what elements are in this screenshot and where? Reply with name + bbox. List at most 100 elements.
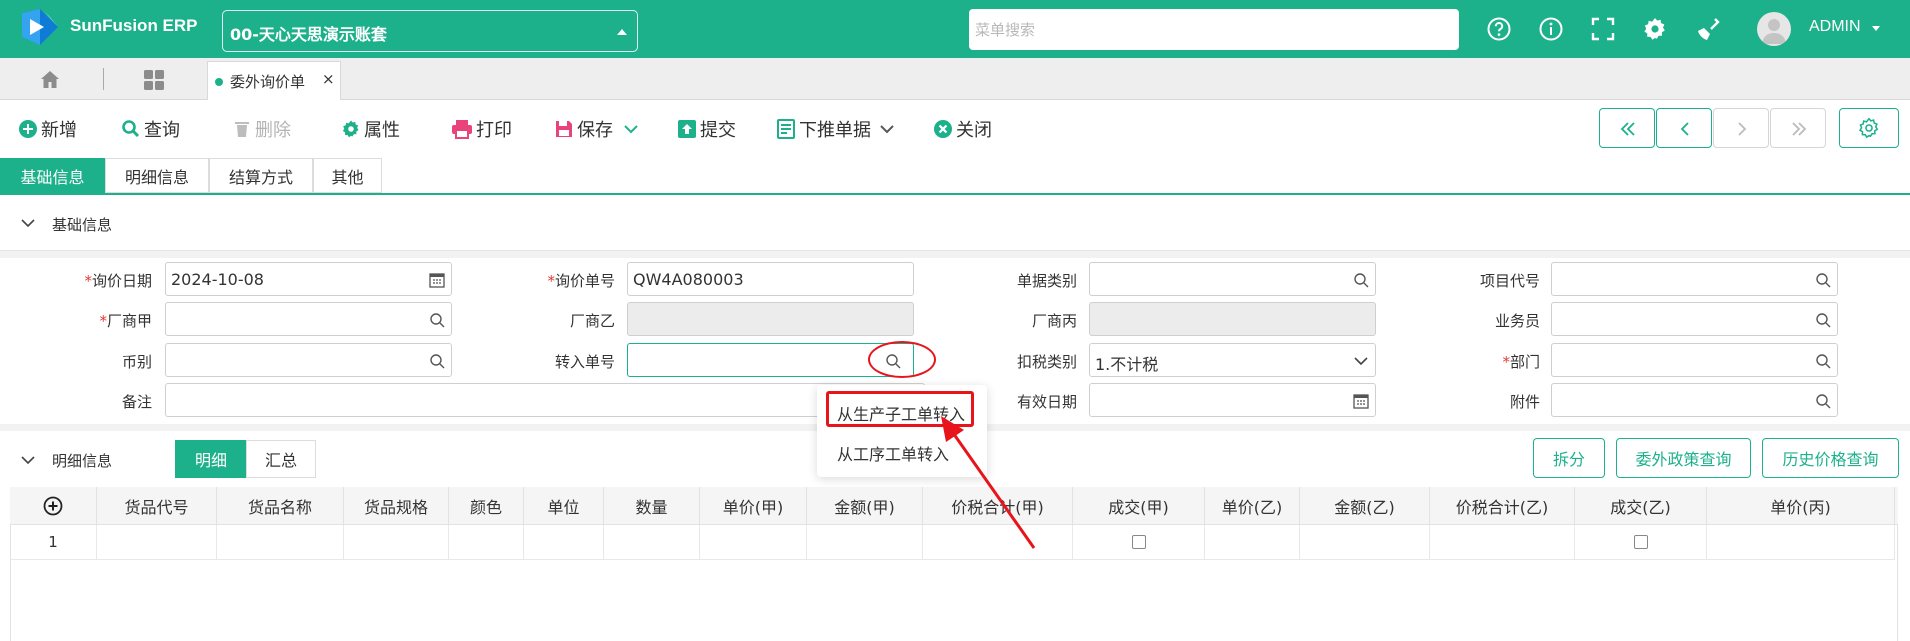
remark-field[interactable] xyxy=(165,383,925,417)
tab-settlement[interactable]: 结算方式 xyxy=(209,158,313,193)
tab-basic-info[interactable]: 基础信息 xyxy=(0,158,105,193)
add-row-icon[interactable] xyxy=(43,496,63,516)
chevron-down-icon[interactable] xyxy=(879,124,895,134)
help-icon[interactable] xyxy=(1486,16,1512,42)
info-icon[interactable] xyxy=(1538,16,1564,42)
attachment-field[interactable] xyxy=(1551,383,1838,417)
table-cell[interactable] xyxy=(923,525,1073,560)
tab-outsource-inquiry[interactable]: 委外询价单 × xyxy=(207,61,341,100)
calendar-icon[interactable] xyxy=(1353,393,1369,409)
column-header[interactable]: 单价(乙) xyxy=(1205,487,1300,525)
menu-search-box[interactable] xyxy=(969,9,1459,50)
table-cell[interactable] xyxy=(1707,525,1895,560)
basic-info-header[interactable]: 基础信息 xyxy=(0,195,1910,251)
previous-record-button[interactable] xyxy=(1656,108,1712,148)
avatar[interactable] xyxy=(1757,12,1791,46)
inquiry-date-field[interactable]: 2024-10-08 xyxy=(165,262,452,296)
add-row-cell[interactable] xyxy=(10,487,97,525)
print-button[interactable]: 打印 xyxy=(451,116,512,142)
first-record-button[interactable] xyxy=(1599,108,1655,148)
chevron-down-icon[interactable] xyxy=(20,454,36,466)
user-icon xyxy=(1762,19,1786,44)
inquiry-no-field[interactable]: QW4A080003 xyxy=(627,262,914,296)
tab-summary[interactable]: 汇总 xyxy=(246,440,316,478)
column-header[interactable]: 单价(甲) xyxy=(700,487,807,525)
salesman-field[interactable] xyxy=(1551,302,1838,336)
submit-button[interactable]: 提交 xyxy=(677,116,736,142)
last-record-button[interactable] xyxy=(1770,108,1826,148)
column-header[interactable]: 数量 xyxy=(604,487,700,525)
column-header[interactable]: 成交(乙) xyxy=(1575,487,1707,525)
user-name[interactable]: ADMIN xyxy=(1809,18,1861,36)
search-icon[interactable] xyxy=(1815,272,1831,288)
doc-type-field[interactable] xyxy=(1089,262,1376,296)
deal-b-checkbox[interactable] xyxy=(1633,535,1648,549)
price-history-query-button[interactable]: 历史价格查询 xyxy=(1762,438,1899,478)
table-cell[interactable] xyxy=(700,525,807,560)
query-button[interactable]: 查询 xyxy=(121,116,180,142)
column-header[interactable]: 价税合计(乙) xyxy=(1430,487,1575,525)
column-header[interactable]: 单价(丙) xyxy=(1707,487,1895,525)
push-down-button[interactable]: 下推单据 xyxy=(776,116,898,142)
currency-field[interactable] xyxy=(165,343,452,377)
properties-button[interactable]: 属性 xyxy=(341,116,400,142)
save-button[interactable]: 保存 xyxy=(554,116,642,142)
column-header[interactable]: 货品名称 xyxy=(217,487,344,525)
outsource-policy-query-button[interactable]: 委外政策查询 xyxy=(1616,438,1751,478)
fullscreen-icon[interactable] xyxy=(1590,16,1616,42)
vendor-a-field[interactable] xyxy=(165,302,452,336)
column-header[interactable]: 单位 xyxy=(524,487,604,525)
menu-search-input[interactable] xyxy=(969,9,1459,50)
tax-type-select[interactable]: 1.不计税 xyxy=(1089,343,1376,377)
table-cell[interactable] xyxy=(1205,525,1300,560)
tab-detail-info[interactable]: 明细信息 xyxy=(105,158,209,193)
table-cell[interactable] xyxy=(217,525,344,560)
menu-item-from-process-order[interactable]: 从工序工单转入 xyxy=(837,441,949,465)
close-button[interactable]: 关闭 xyxy=(933,116,992,142)
new-button[interactable]: 新增 xyxy=(18,116,77,142)
column-header[interactable]: 颜色 xyxy=(449,487,524,525)
next-record-button[interactable] xyxy=(1713,108,1769,148)
table-cell[interactable] xyxy=(1430,525,1575,560)
caret-down-icon[interactable] xyxy=(1872,26,1880,31)
tab-detail[interactable]: 明细 xyxy=(175,440,247,478)
search-icon[interactable] xyxy=(429,312,445,328)
chevron-down-icon[interactable] xyxy=(1353,356,1369,366)
valid-date-field[interactable] xyxy=(1089,383,1376,417)
table-cell[interactable] xyxy=(604,525,700,560)
tab-other[interactable]: 其他 xyxy=(313,158,382,193)
doc-type-label: 单据类别 xyxy=(1016,272,1077,290)
column-header[interactable]: 货品规格 xyxy=(344,487,449,525)
search-icon[interactable] xyxy=(1815,312,1831,328)
split-button[interactable]: 拆分 xyxy=(1533,438,1605,478)
search-icon[interactable] xyxy=(1353,272,1369,288)
table-cell[interactable] xyxy=(97,525,217,560)
delete-button[interactable]: 删除 xyxy=(232,116,291,142)
project-code-field[interactable] xyxy=(1551,262,1838,296)
gear-icon[interactable] xyxy=(1642,16,1668,42)
broom-icon[interactable] xyxy=(1695,16,1721,42)
column-header[interactable]: 金额(乙) xyxy=(1300,487,1430,525)
close-tab-icon[interactable]: × xyxy=(322,70,335,88)
calendar-icon[interactable] xyxy=(429,272,445,288)
deal-a-checkbox[interactable] xyxy=(1131,535,1146,549)
table-cell[interactable] xyxy=(1300,525,1430,560)
table-cell[interactable] xyxy=(807,525,923,560)
column-header[interactable]: 成交(甲) xyxy=(1073,487,1205,525)
search-icon[interactable] xyxy=(1815,393,1831,409)
column-header[interactable]: 金额(甲) xyxy=(807,487,923,525)
chevron-down-icon[interactable] xyxy=(623,124,639,134)
search-icon[interactable] xyxy=(1815,353,1831,369)
account-selector[interactable]: 00-天心天思演示账套 xyxy=(222,10,638,52)
table-cell[interactable] xyxy=(449,525,524,560)
search-icon[interactable] xyxy=(429,353,445,369)
settings-button[interactable] xyxy=(1839,108,1899,148)
column-header[interactable]: 价税合计(甲) xyxy=(923,487,1073,525)
chevron-left-icon xyxy=(1680,122,1689,136)
home-icon[interactable] xyxy=(38,68,62,92)
apps-grid-icon[interactable] xyxy=(142,68,166,92)
department-field[interactable] xyxy=(1551,343,1838,377)
table-cell[interactable] xyxy=(344,525,449,560)
column-header[interactable]: 货品代号 xyxy=(97,487,217,525)
table-cell[interactable] xyxy=(524,525,604,560)
